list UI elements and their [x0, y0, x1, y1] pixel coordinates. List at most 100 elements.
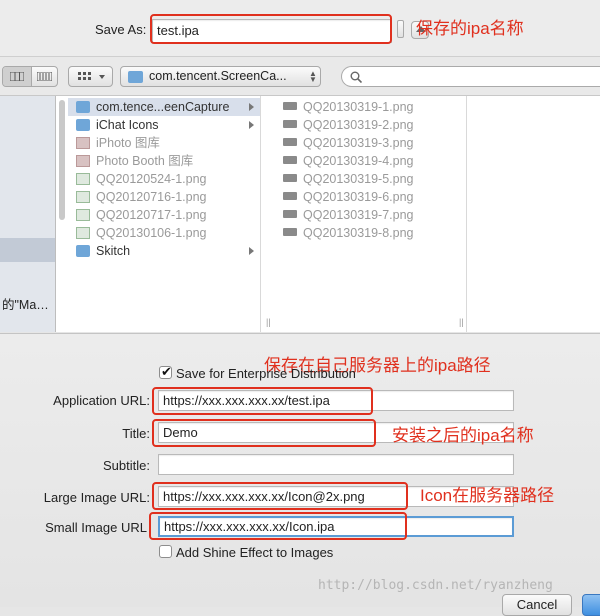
sidebar-selected-item[interactable] — [0, 238, 55, 262]
list-item-label: QQ20130319-5.png — [303, 172, 414, 186]
save-enterprise-checkbox[interactable]: ✔ — [159, 364, 172, 379]
column-1: com.tence...eenCapture iChat Icons iPhoto … — [68, 96, 261, 332]
list-item-label: QQ20130319-3.png — [303, 136, 414, 150]
image-file-icon — [283, 102, 297, 110]
annotation-icon-path: Icon在服务器路径 — [420, 486, 555, 505]
folder-icon — [76, 119, 90, 131]
updown-arrows-icon: ▲ ▼ — [309, 69, 317, 84]
list-item-label: Skitch — [96, 244, 131, 258]
column-view-button[interactable] — [3, 67, 32, 86]
list-item-label: QQ20130319-8.png — [303, 226, 414, 240]
list-item[interactable]: QQ20130106-1.png — [68, 224, 260, 242]
filename-edge — [397, 20, 404, 38]
chevron-down-icon — [99, 75, 105, 79]
list-item[interactable]: Photo Booth 图库 — [68, 152, 260, 170]
list-item[interactable]: QQ20130319-1.png — [274, 98, 466, 116]
photo-library-icon — [76, 137, 90, 149]
image-file-icon — [283, 156, 297, 164]
annotation-box-app-url — [152, 387, 373, 415]
columns-icon — [10, 72, 24, 81]
chevron-right-icon — [249, 103, 254, 111]
shine-effect-checkbox[interactable] — [159, 545, 172, 558]
list-item[interactable]: QQ20130319-3.png — [274, 134, 466, 152]
cancel-button[interactable]: Cancel — [502, 594, 572, 616]
view-toggle[interactable] — [2, 66, 58, 87]
image-file-icon — [76, 173, 90, 185]
image-file-icon — [283, 138, 297, 146]
file-browser: 的"Ma… com.tence...eenCapture iChat Icons i… — [0, 96, 600, 332]
list-item-label: iChat Icons — [96, 118, 159, 132]
annotation-box-filename — [150, 14, 392, 44]
list-item-label: QQ20120716-1.png — [96, 190, 207, 204]
list-item[interactable]: QQ20130319-6.png — [274, 188, 466, 206]
save-as-label: Save As: — [95, 22, 147, 37]
list-item-label: QQ20120524-1.png — [96, 172, 207, 186]
annotation-box-small-image — [149, 512, 407, 540]
list-item[interactable]: iChat Icons — [68, 116, 260, 134]
title-label: Title: — [122, 426, 150, 441]
watermark: http://blog.csdn.net/ryanzheng — [318, 578, 553, 593]
subtitle-label: Subtitle: — [103, 458, 150, 473]
search-icon — [350, 71, 362, 83]
sidebar-item-label: 的"Ma… — [2, 298, 49, 312]
list-item-label: QQ20130319-1.png — [303, 100, 414, 114]
image-file-icon — [76, 191, 90, 203]
coverflow-icon — [37, 72, 52, 81]
annotation-post-install-name: 安装之后的ipa名称 — [392, 426, 534, 445]
search-input[interactable] — [341, 66, 600, 87]
list-item-label: QQ20130319-2.png — [303, 118, 414, 132]
image-file-icon — [283, 228, 297, 236]
checkmark-icon: ✔ — [161, 364, 172, 379]
coverflow-view-button[interactable] — [31, 67, 58, 86]
list-item-label: iPhoto 图库 — [96, 136, 160, 150]
save-enterprise-label: Save for Enterprise Distribution — [176, 366, 356, 381]
sidebar: 的"Ma… — [0, 96, 65, 332]
location-label: com.tencent.ScreenCa... — [149, 69, 287, 83]
shine-effect-label: Add Shine Effect to Images — [176, 545, 334, 560]
column-2: QQ20130319-1.png QQ20130319-2.png QQ201303… — [266, 96, 467, 332]
application-url-label: Application URL: — [53, 393, 150, 408]
list-item[interactable]: QQ20120524-1.png — [68, 170, 260, 188]
sidebar-scrollbar[interactable] — [59, 100, 65, 220]
options-panel: 保存在自己服务器上的ipa路径 ✔ Save for Enterprise Di… — [0, 333, 600, 616]
list-item-label: Photo Booth 图库 — [96, 154, 194, 168]
list-item[interactable]: QQ20130319-4.png — [274, 152, 466, 170]
list-item-label: QQ20120717-1.png — [96, 208, 207, 222]
list-item[interactable]: Skitch — [68, 242, 260, 260]
chevron-right-icon — [249, 121, 254, 129]
column-3 — [467, 96, 600, 332]
toolbar: com.tencent.ScreenCa... ▲ ▼ — [0, 57, 600, 96]
arrange-button[interactable] — [68, 66, 113, 87]
list-item[interactable]: QQ20130319-8.png — [274, 224, 466, 242]
column-resize-handle[interactable]: || — [459, 317, 464, 327]
column-resize-handle[interactable]: || — [266, 317, 271, 327]
photo-library-icon — [76, 155, 90, 167]
list-item[interactable]: iPhoto 图库 — [68, 134, 260, 152]
list-item[interactable]: QQ20130319-7.png — [274, 206, 466, 224]
grid-icon — [78, 72, 91, 80]
image-file-icon — [283, 210, 297, 218]
list-item[interactable]: QQ20120716-1.png — [68, 188, 260, 206]
subtitle-input[interactable] — [158, 454, 514, 475]
list-item-label: QQ20130319-6.png — [303, 190, 414, 204]
small-image-url-label: Small Image URL — [45, 520, 147, 535]
list-item[interactable]: com.tence...eenCapture — [68, 98, 260, 116]
chevron-right-icon — [249, 247, 254, 255]
list-item[interactable]: QQ20130319-2.png — [274, 116, 466, 134]
list-item-label: QQ20130106-1.png — [96, 226, 207, 240]
folder-icon — [76, 101, 90, 113]
annotation-box-large-image — [152, 482, 408, 510]
image-file-icon — [76, 209, 90, 221]
folder-icon — [128, 71, 143, 83]
image-file-icon — [76, 227, 90, 239]
list-item-label: com.tence...eenCapture — [96, 100, 230, 114]
list-item-label: QQ20130319-4.png — [303, 154, 414, 168]
list-item[interactable]: QQ20130319-5.png — [274, 170, 466, 188]
save-button[interactable] — [582, 594, 600, 616]
image-file-icon — [283, 174, 297, 182]
image-file-icon — [283, 120, 297, 128]
image-file-icon — [283, 192, 297, 200]
annotation-box-title — [152, 419, 376, 447]
location-popup[interactable]: com.tencent.ScreenCa... ▲ ▼ — [120, 66, 321, 87]
list-item[interactable]: QQ20120717-1.png — [68, 206, 260, 224]
